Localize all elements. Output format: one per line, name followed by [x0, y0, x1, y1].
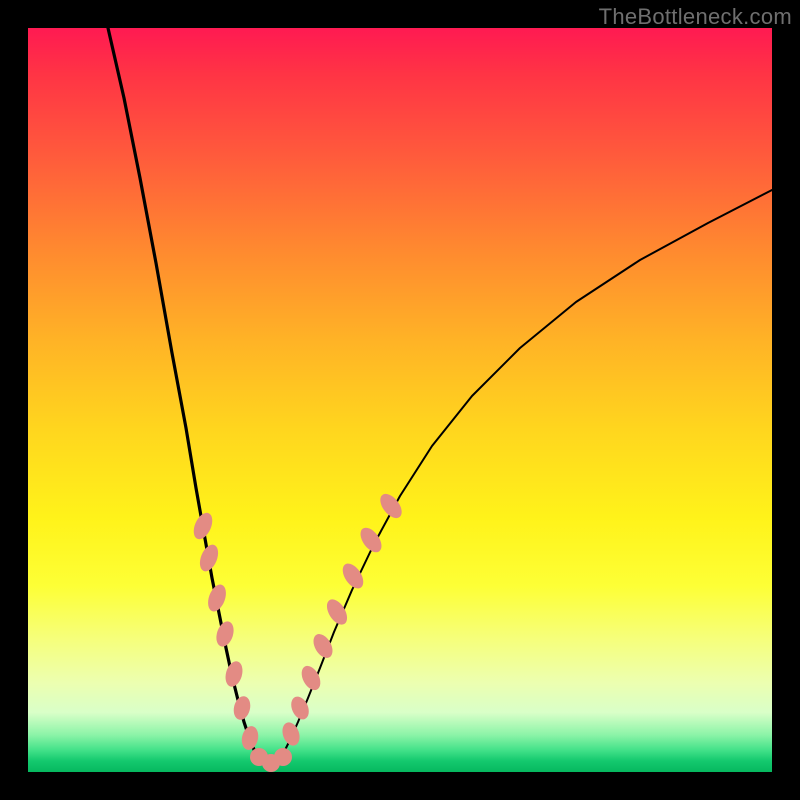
chart-frame: TheBottleneck.com [0, 0, 800, 800]
marker-left-2 [205, 582, 230, 614]
series-curve-left [108, 28, 255, 752]
marker-right-10 [279, 720, 302, 748]
marker-left-3 [213, 619, 236, 649]
marker-left-0 [190, 510, 216, 542]
marker-left-5 [231, 694, 252, 721]
plot-area [28, 28, 772, 772]
curve-svg [28, 28, 772, 772]
marker-bottom-9 [274, 748, 292, 766]
watermark-text: TheBottleneck.com [599, 4, 792, 30]
marker-left-4 [223, 659, 246, 688]
series-curve-right [284, 190, 772, 752]
marker-left-1 [196, 542, 221, 574]
curve-markers [190, 490, 406, 772]
marker-left-6 [240, 725, 261, 752]
curve-paths [108, 28, 772, 764]
